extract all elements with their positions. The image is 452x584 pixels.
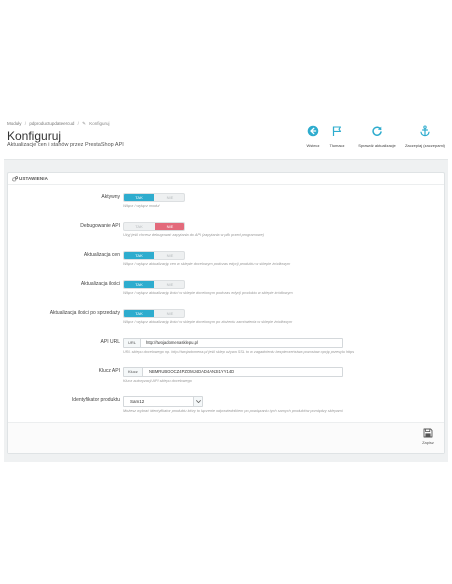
price-update-label: Aktualizacja cen <box>83 252 120 258</box>
qty-after-sale-help: Włącz / wyłącz aktualizację ilości w skl… <box>123 320 293 324</box>
active-switch[interactable]: TAK NIE <box>123 193 185 202</box>
price-update-help: Włącz / wyłącz aktualizację cen w sklepi… <box>123 262 291 266</box>
page-header: Moduły / pdproductupdateercud / ✎ Konfig… <box>4 116 448 160</box>
edit-icon: ✎ <box>82 121 86 126</box>
settings-panel: USTAWIENIA Aktywny TAK NIE Włącz / wyłąc… <box>7 172 445 454</box>
check-updates-label: Sprawdź aktualizacje <box>358 143 396 148</box>
api-url-value[interactable]: http://twojadomenasklepu.pl <box>146 339 198 347</box>
active-switch-yes[interactable]: TAK <box>124 194 154 201</box>
breadcrumb-item-modules[interactable]: Moduły <box>7 121 22 126</box>
floppy-disk-icon <box>423 428 433 438</box>
breadcrumb: Moduły / pdproductupdateercud / ✎ Konfig… <box>7 121 111 127</box>
qty-update-switch-yes[interactable]: TAK <box>124 281 154 288</box>
back-button-label: Wstecz <box>306 143 320 148</box>
hooks-button[interactable]: Zaczepiaj (zaczepami) <box>402 125 448 148</box>
qty-after-sale-switch-no[interactable]: NIE <box>155 310 184 317</box>
api-url-label: API URL <box>100 339 120 345</box>
save-button[interactable]: Zapisz <box>416 428 440 450</box>
panel-footer: Zapisz <box>8 422 444 453</box>
flag-icon <box>332 126 342 136</box>
active-switch-no[interactable]: NIE <box>155 194 184 201</box>
page-subtitle: Aktualizacje cen i stanów przez PrestaSh… <box>7 142 124 148</box>
identifier-label: Identyfikator produktu <box>71 397 120 403</box>
identifier-select-value: Sam12 <box>130 399 145 404</box>
gears-icon <box>12 176 18 182</box>
identifier-help: Możesz wybrać identyfikator produktu któ… <box>123 409 343 413</box>
breadcrumb-item-current: Konfiguruj <box>89 121 110 126</box>
api-url-help: URL sklepu docelowego np. http://twojado… <box>123 350 355 354</box>
qty-after-sale-switch-yes[interactable]: TAK <box>124 310 154 317</box>
breadcrumb-separator: / <box>77 121 79 126</box>
refresh-icon <box>372 126 382 136</box>
qty-update-label: Aktualizacja ilości <box>80 281 120 287</box>
admin-frame: Moduły / pdproductupdateercud / ✎ Konfig… <box>4 116 448 462</box>
panel-heading: USTAWIENIA <box>8 173 444 185</box>
panel-title: USTAWIENIA <box>19 176 48 181</box>
save-button-label: Zapisz <box>422 440 434 445</box>
api-url-addon: URL <box>124 339 142 347</box>
debug-switch-yes[interactable]: TAK <box>124 223 154 230</box>
api-key-help: Klucz autoryzacji API sklepu docelowego <box>123 379 192 383</box>
qty-after-sale-switch[interactable]: TAK NIE <box>123 309 185 318</box>
price-update-switch-yes[interactable]: TAK <box>124 252 154 259</box>
price-update-switch-no[interactable]: NIE <box>155 252 184 259</box>
qty-update-help: Włącz / wyłącz aktualizację ilości w skl… <box>123 291 293 295</box>
anchor-icon <box>420 125 430 137</box>
qty-update-switch-no[interactable]: NIE <box>155 281 184 288</box>
identifier-select[interactable]: Sam12 <box>123 396 203 407</box>
breadcrumb-separator: / <box>24 121 27 126</box>
debug-switch-no[interactable]: NIE <box>155 223 184 230</box>
breadcrumb-item-module[interactable]: pdproductupdateercud <box>29 121 74 126</box>
api-key-value[interactable]: NBMRUBGOCZ4PZOMJ4DAD4AN3I1YY14D <box>149 368 234 376</box>
api-key-field[interactable]: Klucz NBMRUBGOCZ4PZOMJ4DAD4AN3I1YY14D <box>123 367 343 377</box>
debug-switch[interactable]: TAK NIE <box>123 222 185 231</box>
check-updates-button[interactable]: Sprawdź aktualizacje <box>354 125 400 148</box>
translate-button[interactable]: Tłumacz <box>326 125 348 148</box>
hooks-label: Zaczepiaj (zaczepami) <box>404 143 445 148</box>
api-key-addon: Klucz <box>124 368 143 376</box>
back-button[interactable]: Wstecz <box>302 125 324 148</box>
arrow-left-icon <box>307 125 319 137</box>
active-help: Włącz / wyłącz moduł <box>123 204 160 208</box>
debug-label: Debugowanie API <box>80 223 120 229</box>
debug-help: Użyj jeśli chcesz debugować zapytania do… <box>123 233 265 237</box>
qty-update-switch[interactable]: TAK NIE <box>123 280 185 289</box>
translate-button-label: Tłumacz <box>329 143 345 148</box>
qty-after-sale-label: Aktualizacja ilości po sprzedaży <box>49 310 120 316</box>
price-update-switch[interactable]: TAK NIE <box>123 251 185 260</box>
api-key-label: Klucz API <box>98 368 120 374</box>
active-label: Aktywny <box>101 194 120 200</box>
api-url-field[interactable]: URL http://twojadomenasklepu.pl <box>123 338 343 348</box>
page-title: Konfiguruj <box>7 129 62 143</box>
chevron-down-icon <box>193 397 202 406</box>
